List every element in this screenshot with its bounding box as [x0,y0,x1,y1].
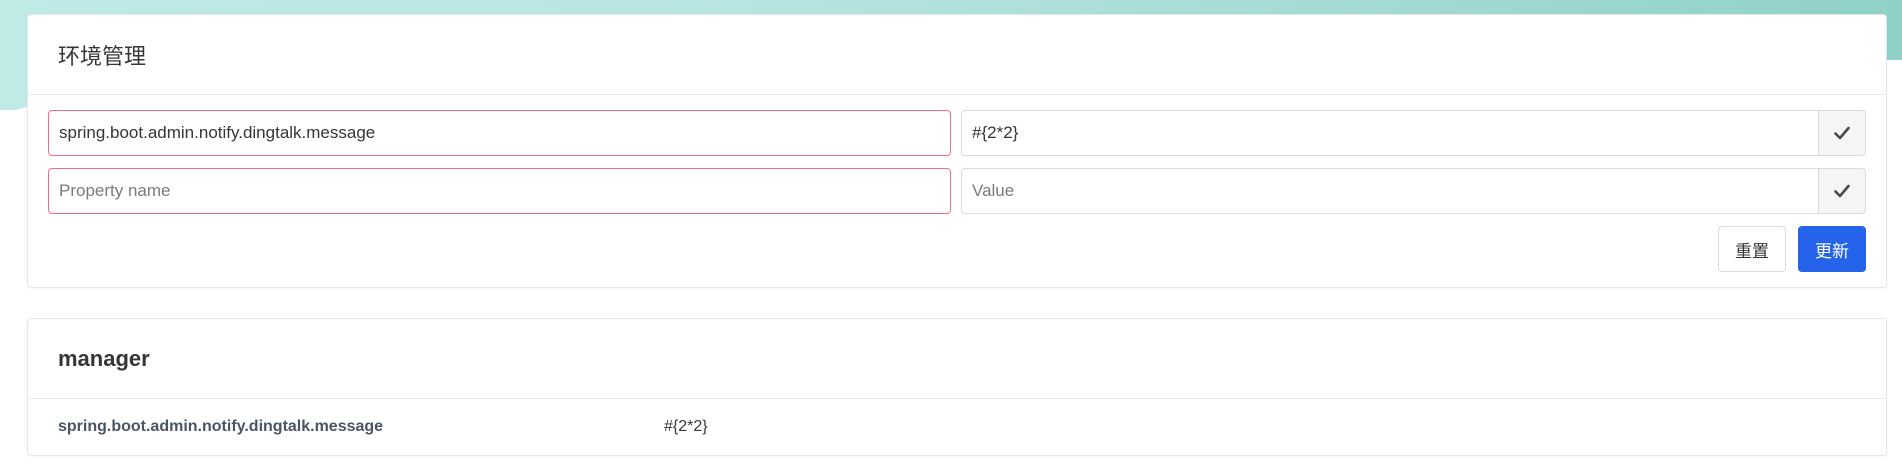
check-icon [1834,126,1850,140]
confirm-button[interactable] [1818,168,1866,214]
confirm-button[interactable] [1818,110,1866,156]
environment-card-body: 重置 更新 [28,95,1886,287]
environment-card: 环境管理 spring.boot.admin.notify.dingtalk.m… [27,14,1887,288]
page: 环境管理 spring.boot.admin.notify.dingtalk.m… [0,0,1902,456]
environment-card-header: 环境管理 [28,15,1886,95]
property-name-input[interactable] [48,110,951,156]
check-icon [1834,184,1850,198]
environment-card-title: 环境管理 [58,43,147,69]
property-value-input[interactable] [961,168,1818,214]
property-row [48,168,1866,214]
environment-actions: 重置 更新 [48,226,1866,272]
property-value-group [961,168,1866,214]
property-source-header: manager [28,319,1886,399]
reset-button[interactable]: 重置 [1718,226,1786,272]
property-source-row: spring.boot.admin.notify.dingtalk.messag… [28,399,1886,455]
property-row [48,110,1866,156]
property-key: spring.boot.admin.notify.dingtalk.messag… [58,418,384,435]
property-name-input[interactable] [48,168,951,214]
property-value: #{2*2} [664,418,708,435]
property-value-input[interactable] [961,110,1818,156]
property-source-card: manager spring.boot.admin.notify.dingtal… [27,318,1887,456]
property-source-title: manager [58,345,150,371]
property-value-group [961,110,1866,156]
update-button[interactable]: 更新 [1798,226,1866,272]
